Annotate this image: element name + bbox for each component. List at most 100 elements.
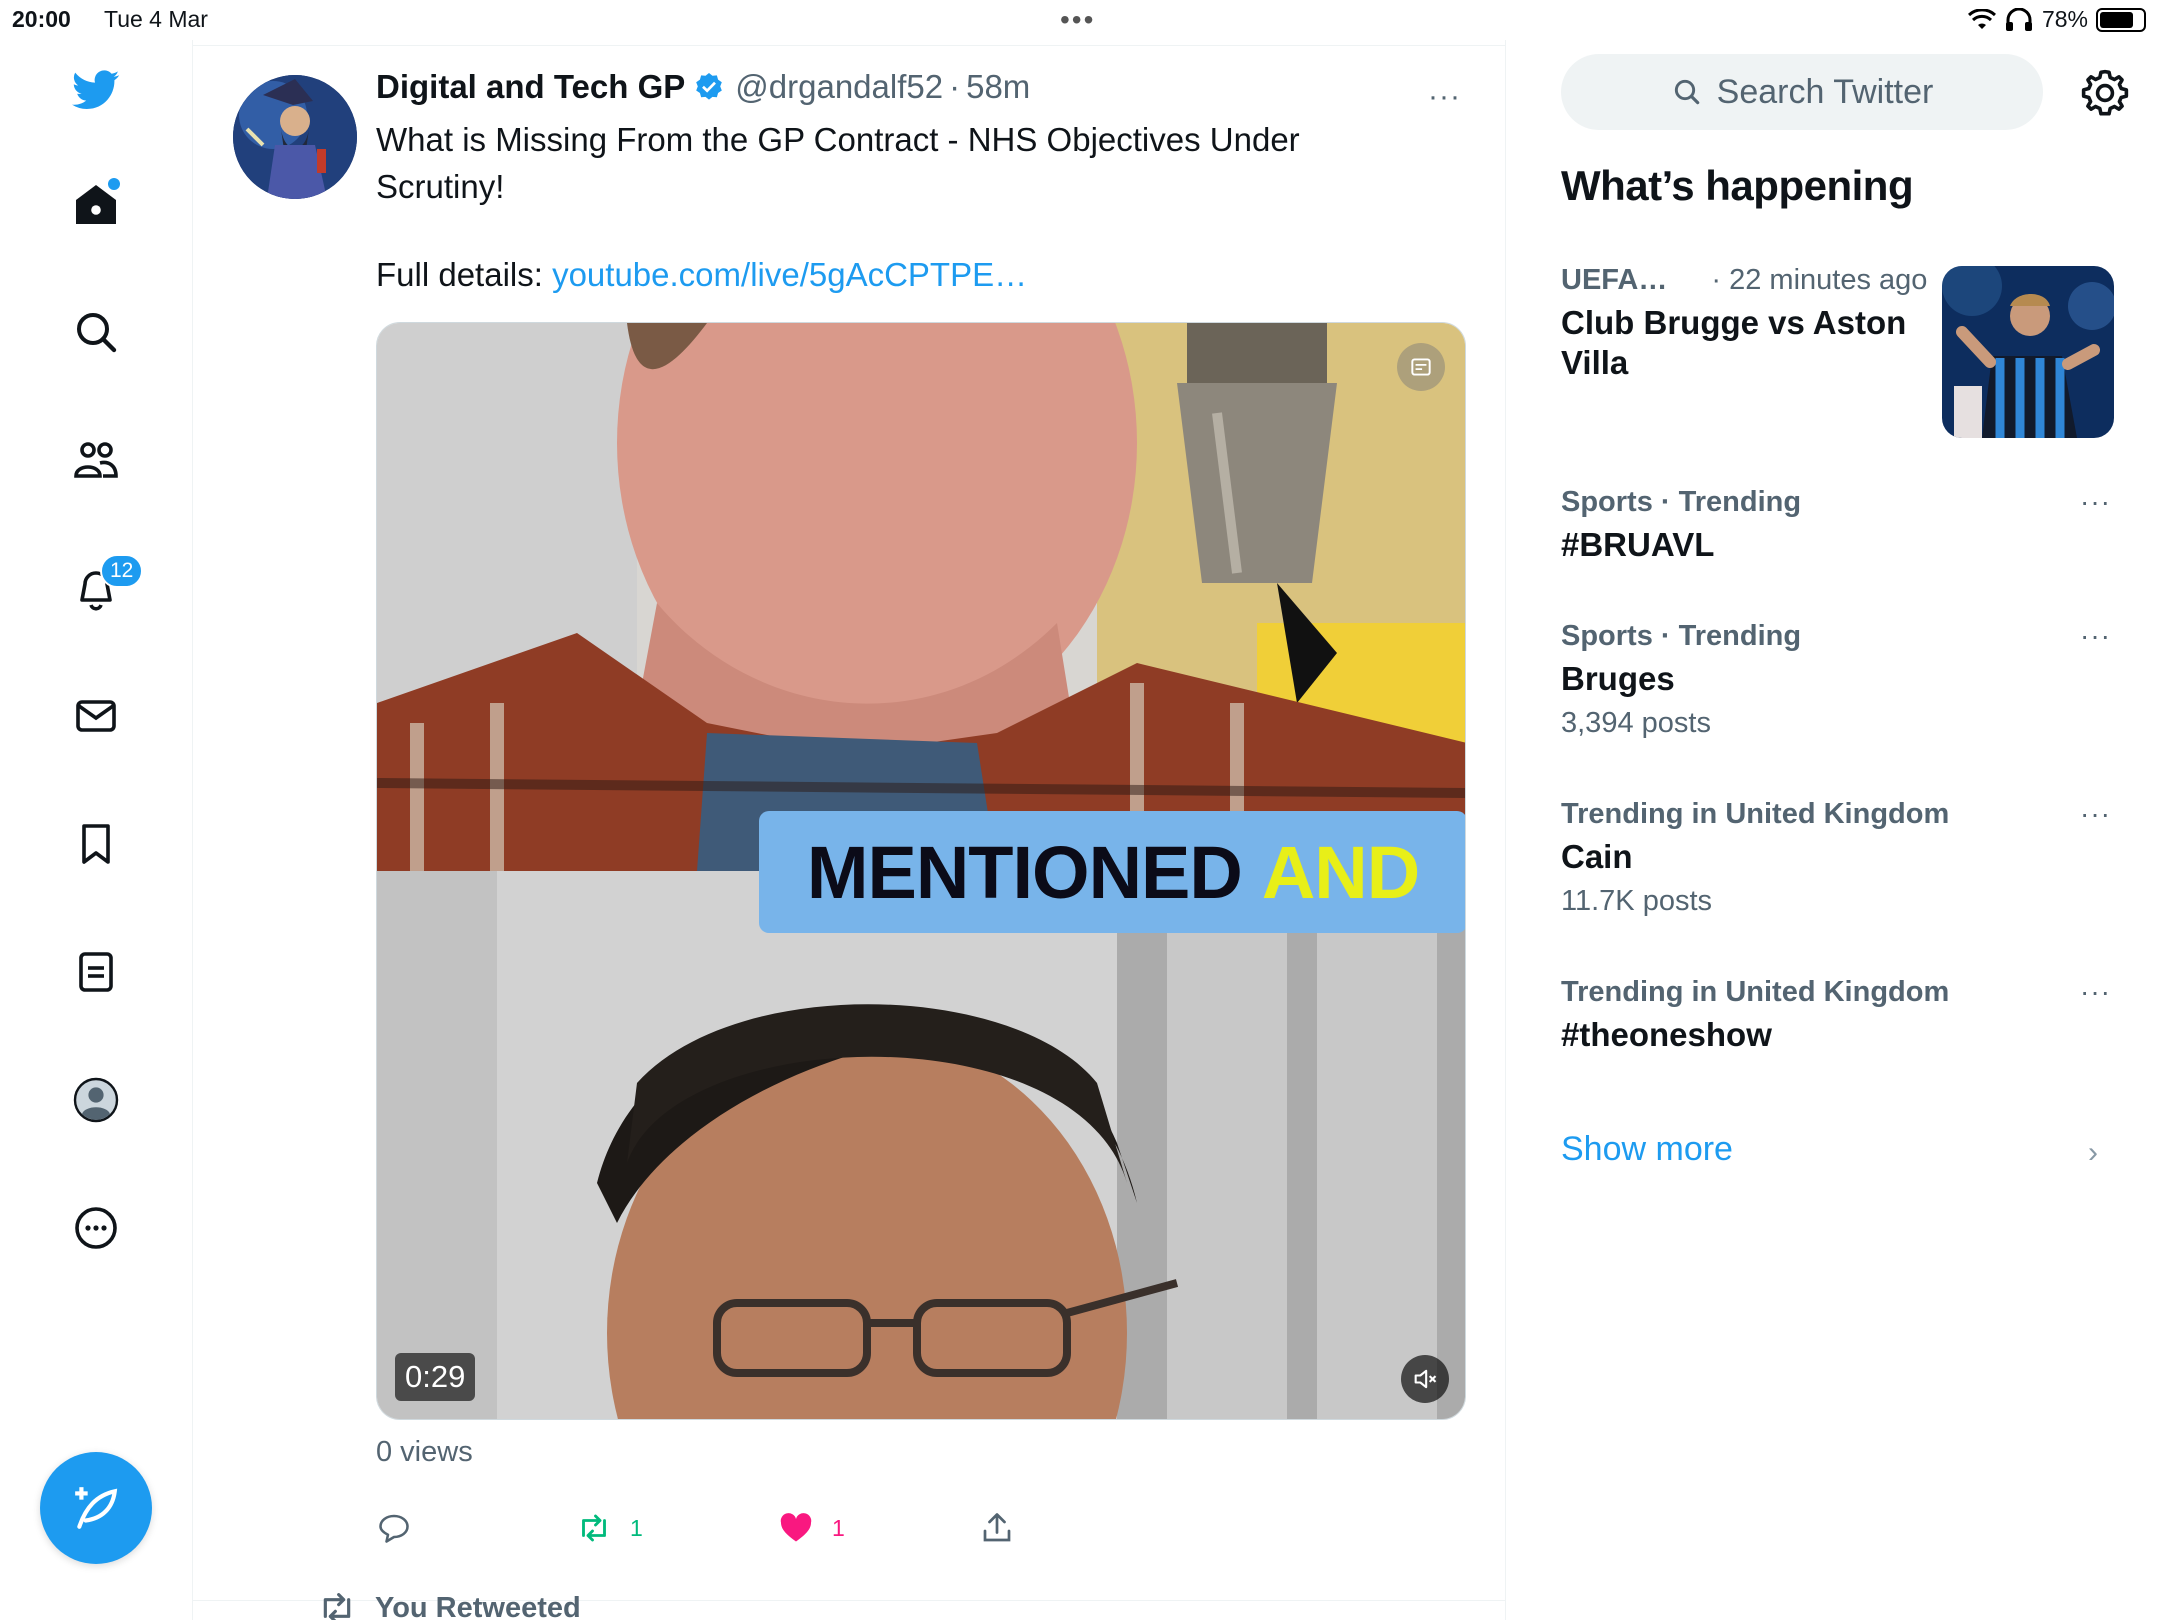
trend-title: #theoneshow	[1561, 1016, 1772, 1053]
share-icon	[983, 1513, 1011, 1542]
nav-explore[interactable]	[56, 292, 136, 372]
wifi-icon	[1967, 8, 1996, 29]
header-separator: ·	[949, 68, 961, 105]
search-box[interactable]: Search Twitter	[1561, 54, 2043, 130]
reply-button[interactable]	[376, 1510, 412, 1546]
youtube-link[interactable]: youtube.com/live/5gAcCPTPE…	[552, 256, 1027, 293]
timeline: Digital and Tech GP @drgandalf52 · 58m ·…	[193, 40, 1506, 1620]
video-player[interactable]: MENTIONED AND 0:29	[376, 322, 1466, 1420]
sensitive-media-icon[interactable]	[1397, 343, 1445, 391]
author-name[interactable]: Digital and Tech GP	[376, 68, 685, 106]
trend-more-options-icon[interactable]: ···	[2080, 486, 2116, 518]
trend-meta: Trending in United Kingdom	[1561, 976, 1950, 1008]
nav-communities[interactable]	[56, 420, 136, 500]
caption-word-1: MENTIONED	[806, 830, 1243, 914]
retweet-icon	[582, 1514, 606, 1542]
featured-time: · 22 minutes ago	[1711, 264, 1928, 296]
whats-happening-title: What’s happening	[1561, 162, 1914, 209]
share-button[interactable]	[979, 1510, 1015, 1546]
status-bar: 20:00 Tue 4 Mar ••• 78%	[0, 0, 2160, 40]
settings-button[interactable]	[2078, 66, 2132, 120]
verified-badge-icon	[696, 73, 723, 100]
notification-count-badge: 12	[100, 554, 144, 588]
compose-feather-icon	[75, 1487, 118, 1529]
status-date: Tue 4 Mar	[104, 6, 208, 32]
nav-bookmarks[interactable]	[56, 804, 136, 884]
trend-meta: Sports · Trending	[1561, 620, 1802, 652]
battery-icon	[2096, 7, 2146, 32]
search-icon	[1674, 79, 1699, 105]
trend-title: Bruges	[1561, 660, 1675, 697]
you-retweeted-header: You Retweeted	[317, 1588, 581, 1620]
envelope-icon	[76, 700, 116, 732]
trend-title: Cain	[1561, 838, 1633, 875]
multitasking-dots-icon[interactable]: •••	[1060, 4, 1095, 36]
headphones-icon	[2005, 7, 2032, 31]
featured-trend-image[interactable]	[1942, 266, 2114, 438]
you-retweeted-label: You Retweeted	[375, 1591, 581, 1620]
retweet-context-icon	[323, 1593, 351, 1620]
view-count: 0 views	[376, 1436, 473, 1468]
featured-title: Club Brugge vs Aston Villa	[1561, 304, 1907, 381]
profile-avatar-icon	[73, 1077, 119, 1123]
list-icon	[79, 952, 113, 992]
nav-home[interactable]	[56, 164, 136, 244]
trend-item[interactable]: Sports · Trending #BRUAVL	[1561, 486, 2121, 565]
heart-filled-icon	[780, 1513, 812, 1542]
video-caption: MENTIONED AND	[759, 811, 1465, 933]
video-duration: 0:29	[395, 1353, 476, 1401]
tweet-text: What is Missing From the GP Contract - N…	[376, 121, 1300, 205]
gear-icon	[2081, 69, 2129, 116]
battery-percent: 78%	[2041, 6, 2088, 32]
mute-toggle-button[interactable]	[1401, 1355, 1449, 1403]
tweet-time[interactable]: 58m	[966, 68, 1030, 106]
author-avatar[interactable]	[233, 75, 357, 199]
featured-trend[interactable]: UEFA… · 22 minutes ago Club Brugge vs As…	[1561, 264, 1927, 383]
trend-post-count: 11.7K posts	[1561, 885, 1713, 917]
featured-meta: UEFA… · 22 minutes ago	[1561, 264, 1927, 297]
show-more-link[interactable]: Show more	[1561, 1130, 1733, 1169]
like-count: 1	[832, 1514, 845, 1541]
retweet-count: 1	[630, 1514, 643, 1541]
muted-speaker-icon	[1414, 1369, 1437, 1389]
trend-post-count: 3,394 posts	[1561, 707, 1711, 739]
unread-dot	[108, 178, 120, 190]
tweet-more-options-icon[interactable]: ···	[1428, 80, 1464, 113]
caption-word-2: AND	[1261, 830, 1420, 914]
trend-item[interactable]: Trending in United Kingdom Cain 11.7K po…	[1561, 798, 2121, 918]
status-indicators: 78%	[1967, 6, 2146, 33]
trend-meta: Sports · Trending	[1561, 486, 1802, 518]
trend-more-options-icon[interactable]: ···	[2080, 798, 2116, 830]
author-handle[interactable]: @drgandalf52	[735, 68, 943, 106]
retweet-button[interactable]: 1	[576, 1510, 643, 1546]
trend-more-options-icon[interactable]: ···	[2080, 620, 2116, 652]
status-time: 20:00	[12, 6, 71, 32]
nav-messages[interactable]	[56, 676, 136, 756]
trend-more-options-icon[interactable]: ···	[2080, 976, 2116, 1008]
trend-item[interactable]: Trending in United Kingdom #theoneshow	[1561, 976, 2121, 1055]
tweet-actions: 1 1	[376, 1510, 1176, 1560]
search-placeholder: Search Twitter	[1716, 72, 1934, 111]
trend-item[interactable]: Sports · Trending Bruges 3,394 posts	[1561, 620, 2121, 740]
twitter-logo-icon[interactable]	[56, 50, 136, 130]
left-navigation: 12	[0, 40, 193, 1620]
nav-notifications[interactable]: 12	[56, 548, 144, 628]
people-icon	[74, 442, 118, 478]
search-icon	[77, 313, 117, 353]
more-circle-icon	[75, 1207, 117, 1249]
nav-profile[interactable]	[56, 1060, 136, 1140]
nav-more[interactable]	[56, 1188, 136, 1268]
details-label: Full details:	[376, 256, 553, 293]
compose-tweet-button[interactable]	[40, 1452, 152, 1564]
featured-category: UEFA…	[1561, 264, 1668, 296]
nav-lists[interactable]	[56, 932, 136, 1012]
chevron-right-icon[interactable]: ›	[2088, 1136, 2098, 1170]
bookmark-icon	[82, 824, 110, 864]
tweet-header: Digital and Tech GP @drgandalf52 · 58m	[376, 68, 1030, 106]
right-sidebar: Search Twitter What’s happening UEFA… · …	[1506, 40, 2160, 1620]
reply-icon	[379, 1514, 409, 1543]
top-divider	[193, 45, 1505, 46]
like-button[interactable]: 1	[778, 1510, 845, 1546]
tweet-link-line: Full details: youtube.com/live/5gAcCPTPE…	[376, 256, 1027, 294]
trend-title: #BRUAVL	[1561, 526, 1715, 563]
